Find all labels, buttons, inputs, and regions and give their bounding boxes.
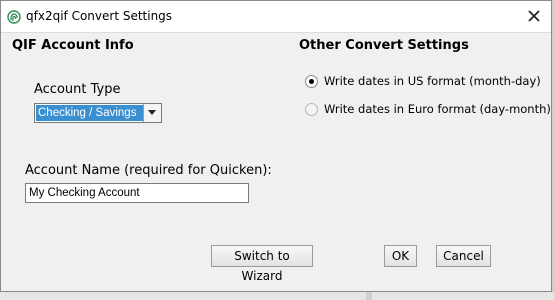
window-title: qfx2qif Convert Settings	[26, 9, 173, 23]
euro-date-format-label: Write dates in Euro format (day-month)	[324, 102, 551, 116]
title-bar: qfx2qif Convert Settings	[1, 1, 551, 33]
ok-button[interactable]: OK	[384, 245, 417, 267]
close-icon[interactable]	[525, 7, 543, 25]
background-strip	[372, 292, 554, 300]
other-settings-heading: Other Convert Settings	[299, 38, 469, 53]
dropdown-arrow-button[interactable]	[143, 104, 161, 122]
us-date-format-radio[interactable]	[305, 75, 318, 88]
us-date-format-label: Write dates in US format (month-day)	[324, 74, 541, 88]
account-type-label: Account Type	[34, 82, 121, 97]
account-name-input[interactable]	[25, 183, 249, 203]
background-strip	[0, 292, 366, 300]
settings-dialog: qfx2qif Convert Settings QIF Account Inf…	[0, 0, 552, 292]
fingerprint-icon	[7, 9, 21, 24]
account-info-heading: QIF Account Info	[12, 38, 134, 53]
switch-to-wizard-button[interactable]: Switch to Wizard	[211, 245, 313, 283]
cancel-button[interactable]: Cancel	[436, 245, 491, 267]
account-name-label: Account Name (required for Quicken):	[25, 163, 272, 178]
euro-date-format-radio[interactable]	[305, 103, 318, 116]
account-type-value: Checking / Savings	[36, 105, 143, 121]
account-type-dropdown[interactable]: Checking / Savings	[34, 103, 162, 123]
